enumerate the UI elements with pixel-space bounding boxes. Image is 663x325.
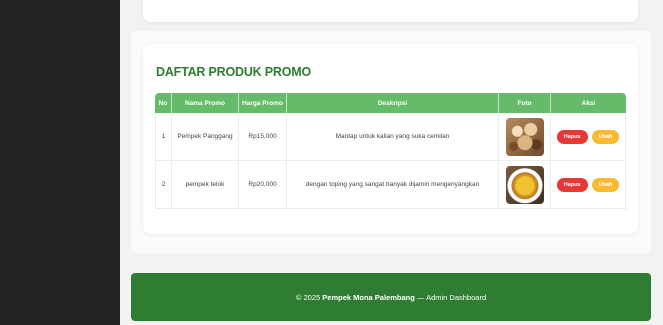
table-row: 1 Pempek Panggang Rp15,000 Mantap untuk … bbox=[155, 113, 626, 161]
sidebar bbox=[0, 0, 120, 325]
table-header-row: No Nama Promo Harga Promo Deskripsi Foto… bbox=[155, 93, 626, 113]
cell-name: pempek telok bbox=[172, 161, 239, 209]
promo-table: No Nama Promo Harga Promo Deskripsi Foto… bbox=[155, 93, 626, 209]
cell-no: 1 bbox=[155, 113, 172, 161]
cell-description: Mantap untuk kalian yang suka cemilan bbox=[287, 113, 499, 161]
header-nama-promo: Nama Promo bbox=[172, 93, 239, 113]
cell-price: Rp20,000 bbox=[239, 161, 287, 209]
pempek-panggang-photo bbox=[505, 117, 544, 156]
cell-no: 2 bbox=[155, 161, 172, 209]
previous-card bbox=[143, 0, 638, 22]
cell-photo bbox=[499, 113, 551, 161]
cell-photo bbox=[499, 161, 551, 209]
cell-name: Pempek Panggang bbox=[172, 113, 239, 161]
cell-price: Rp15,000 bbox=[239, 113, 287, 161]
cell-actions: Hapus Ubah bbox=[551, 113, 626, 161]
edit-button[interactable]: Ubah bbox=[591, 129, 620, 144]
header-foto: Foto bbox=[499, 93, 551, 113]
header-no: No bbox=[155, 93, 172, 113]
delete-button[interactable]: Hapus bbox=[556, 177, 588, 192]
table-row: 2 pempek telok Rp20,000 dengan toping ya… bbox=[155, 161, 626, 209]
delete-button[interactable]: Hapus bbox=[556, 129, 588, 144]
footer: © 2025 Pempek Mona Palembang — Admin Das… bbox=[131, 273, 651, 321]
footer-brand: Pempek Mona Palembang bbox=[322, 292, 415, 302]
footer-suffix: — Admin Dashboard bbox=[416, 292, 487, 302]
footer-prefix: © 2025 bbox=[295, 292, 321, 302]
cell-actions: Hapus Ubah bbox=[551, 161, 626, 209]
edit-button[interactable]: Ubah bbox=[591, 177, 620, 192]
cell-description: dengan toping yang sangat banyak dijamin… bbox=[287, 161, 499, 209]
header-deskripsi: Deskripsi bbox=[287, 93, 499, 113]
header-aksi: Aksi bbox=[551, 93, 626, 113]
section-title: DAFTAR PRODUK PROMO bbox=[156, 65, 311, 79]
pempek-telok-photo bbox=[505, 165, 544, 204]
header-harga-promo: Harga Promo bbox=[239, 93, 287, 113]
